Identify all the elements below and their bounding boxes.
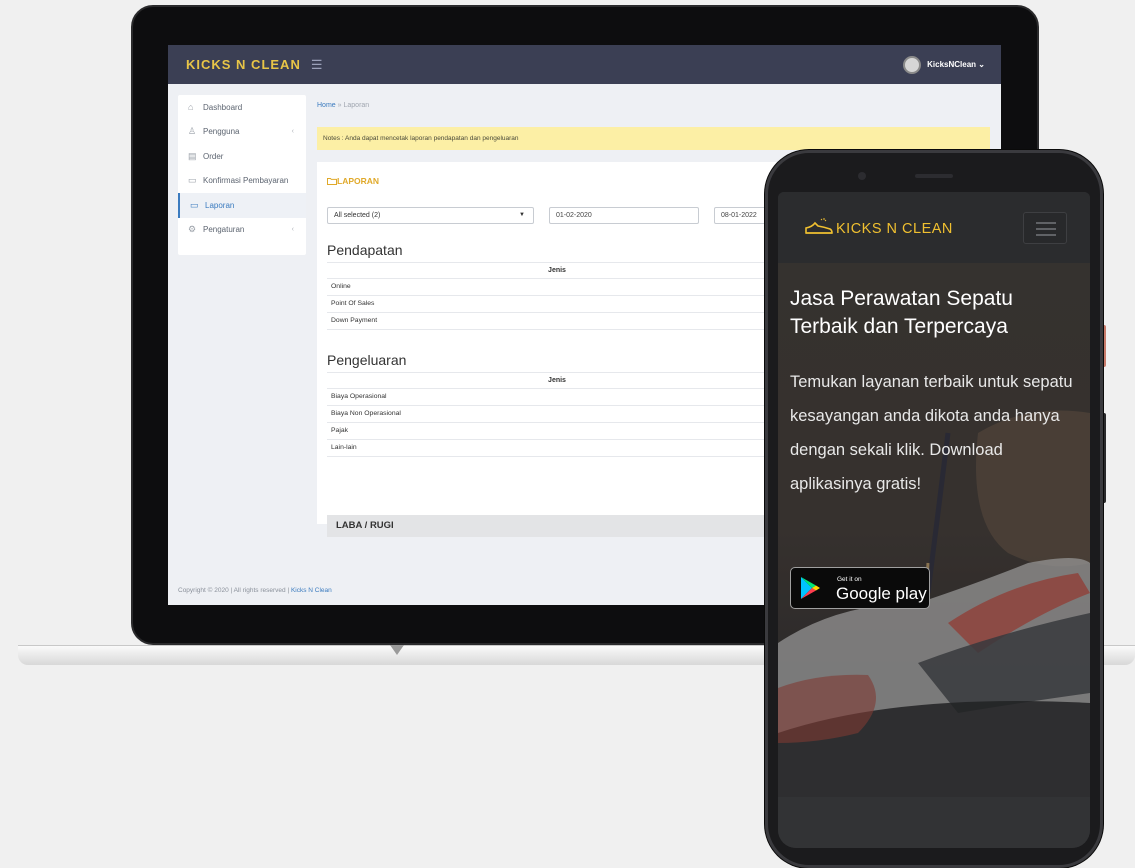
hero-text: Temukan layanan terbaik untuk sepatu kes… — [790, 373, 1073, 493]
stage: KICKS N CLEAN ☰ KicksNClean ⌄ ⌂ Dashboar… — [0, 0, 1135, 868]
sidebar-item-label: Laporan — [205, 200, 235, 210]
folder-icon — [327, 178, 337, 185]
credit-card-icon: ▭ — [188, 175, 197, 186]
pendapatan-table: Jenis Online Point Of Sales Down Payment — [327, 262, 787, 330]
breadcrumb-home[interactable]: Home — [317, 102, 336, 109]
pengeluaran-heading: Pengeluaran — [327, 352, 407, 368]
sidebar-item-pengaturan[interactable]: ⚙ Pengaturan ‹ — [178, 218, 306, 243]
footer-copyright: Copyright © 2020 | All rights reserved |… — [178, 587, 332, 594]
panel-title: LAPORAN — [327, 176, 379, 186]
mobile-brand[interactable]: KICKS N CLEAN — [836, 221, 953, 237]
table-header: Jenis — [327, 372, 787, 389]
hero-title: Jasa Perawatan Sepatu Terbaik dan Terper… — [790, 287, 1013, 338]
gear-icon: ⚙ — [188, 224, 197, 235]
laba-rugi-row: LABA / RUGI — [327, 515, 787, 537]
chevron-left-icon: ‹ — [291, 226, 294, 234]
table-row: Biaya Operasional — [327, 389, 787, 406]
table-row: Down Payment — [327, 313, 787, 330]
table-row: Online — [327, 279, 787, 296]
hamburger-icon[interactable] — [1023, 212, 1067, 244]
google-play-label: Google play — [836, 584, 927, 603]
sidebar-item-dashboard[interactable]: ⌂ Dashboard — [178, 95, 306, 120]
pendapatan-heading: Pendapatan — [327, 242, 403, 258]
sidebar-item-label: Konfirmasi Pembayaran — [203, 176, 289, 186]
breadcrumb: Home » Laporan — [317, 102, 369, 109]
admin-topbar: KICKS N CLEAN ☰ KicksNClean ⌄ — [168, 45, 1001, 84]
chevron-down-icon: ⌄ — [978, 60, 985, 69]
google-play-button[interactable]: Get it on Google play — [790, 567, 930, 609]
folder-icon: ▭ — [190, 199, 199, 210]
mobile-navbar: KICKS N CLEAN — [778, 192, 1090, 263]
google-play-icon — [801, 577, 820, 599]
sneaker-photo — [778, 263, 1090, 797]
panel-title-text: LAPORAN — [337, 176, 380, 186]
users-icon: ♙ — [188, 126, 197, 137]
shoe-logo-icon — [805, 218, 833, 234]
google-play-small-label: Get it on — [837, 576, 862, 583]
table-row: Lain-lain — [327, 440, 787, 457]
table-row: Pajak — [327, 423, 787, 440]
mobile-screen: KICKS N CLEAN Jasa Perawatan Sepatu Terb… — [778, 192, 1090, 848]
sidebar-item-label: Dashboard — [203, 102, 243, 112]
hamburger-icon[interactable]: ☰ — [311, 57, 323, 73]
table-row: Point Of Sales — [327, 296, 787, 313]
admin-brand[interactable]: KICKS N CLEAN — [186, 57, 301, 72]
sidebar-item-pengguna[interactable]: ♙ Pengguna ‹ — [178, 120, 306, 145]
sidebar-item-label: Order — [203, 151, 224, 161]
pengeluaran-table: Jenis Biaya Operasional Biaya Non Operas… — [327, 372, 787, 457]
notes-alert: Notes : Anda dapat mencetak laporan pend… — [317, 127, 990, 150]
breadcrumb-current: Laporan — [343, 102, 370, 109]
sidebar-item-laporan[interactable]: ▭ Laporan — [178, 193, 306, 218]
mobile-footer — [778, 797, 1090, 848]
sidebar-item-label: Pengguna — [203, 127, 240, 137]
user-name: KicksNClean — [927, 60, 977, 69]
table-row: Biaya Non Operasional — [327, 406, 787, 423]
list-icon: ▤ — [188, 150, 197, 161]
chevron-left-icon: ‹ — [291, 128, 294, 136]
sidebar-item-order[interactable]: ▤ Order — [178, 144, 306, 169]
copyright-link[interactable]: Kicks N Clean — [291, 587, 332, 594]
user-menu[interactable]: KicksNClean ⌄ — [927, 60, 985, 69]
sidebar-item-konfirmasi-pembayaran[interactable]: ▭ Konfirmasi Pembayaran — [178, 169, 306, 194]
avatar[interactable] — [903, 55, 922, 74]
caret-down-icon: ▼ — [519, 212, 525, 218]
hero-section: Jasa Perawatan Sepatu Terbaik dan Terper… — [778, 263, 1090, 797]
copyright-text: Copyright © 2020 | All rights reserved | — [178, 587, 290, 594]
speaker-grille — [915, 174, 953, 178]
home-icon: ⌂ — [188, 101, 194, 112]
table-header: Jenis — [327, 262, 787, 279]
date-from-input[interactable]: 01-02-2020 — [549, 207, 699, 224]
sidebar: ⌂ Dashboard ♙ Pengguna ‹ ▤ Order ▭ Konfi… — [178, 95, 306, 255]
breadcrumb-separator: » — [337, 102, 342, 109]
camera-icon — [858, 172, 866, 180]
category-select-value: All selected (2) — [334, 212, 381, 219]
category-select[interactable]: All selected (2) ▼ — [327, 207, 534, 224]
sidebar-item-label: Pengaturan — [203, 225, 245, 235]
